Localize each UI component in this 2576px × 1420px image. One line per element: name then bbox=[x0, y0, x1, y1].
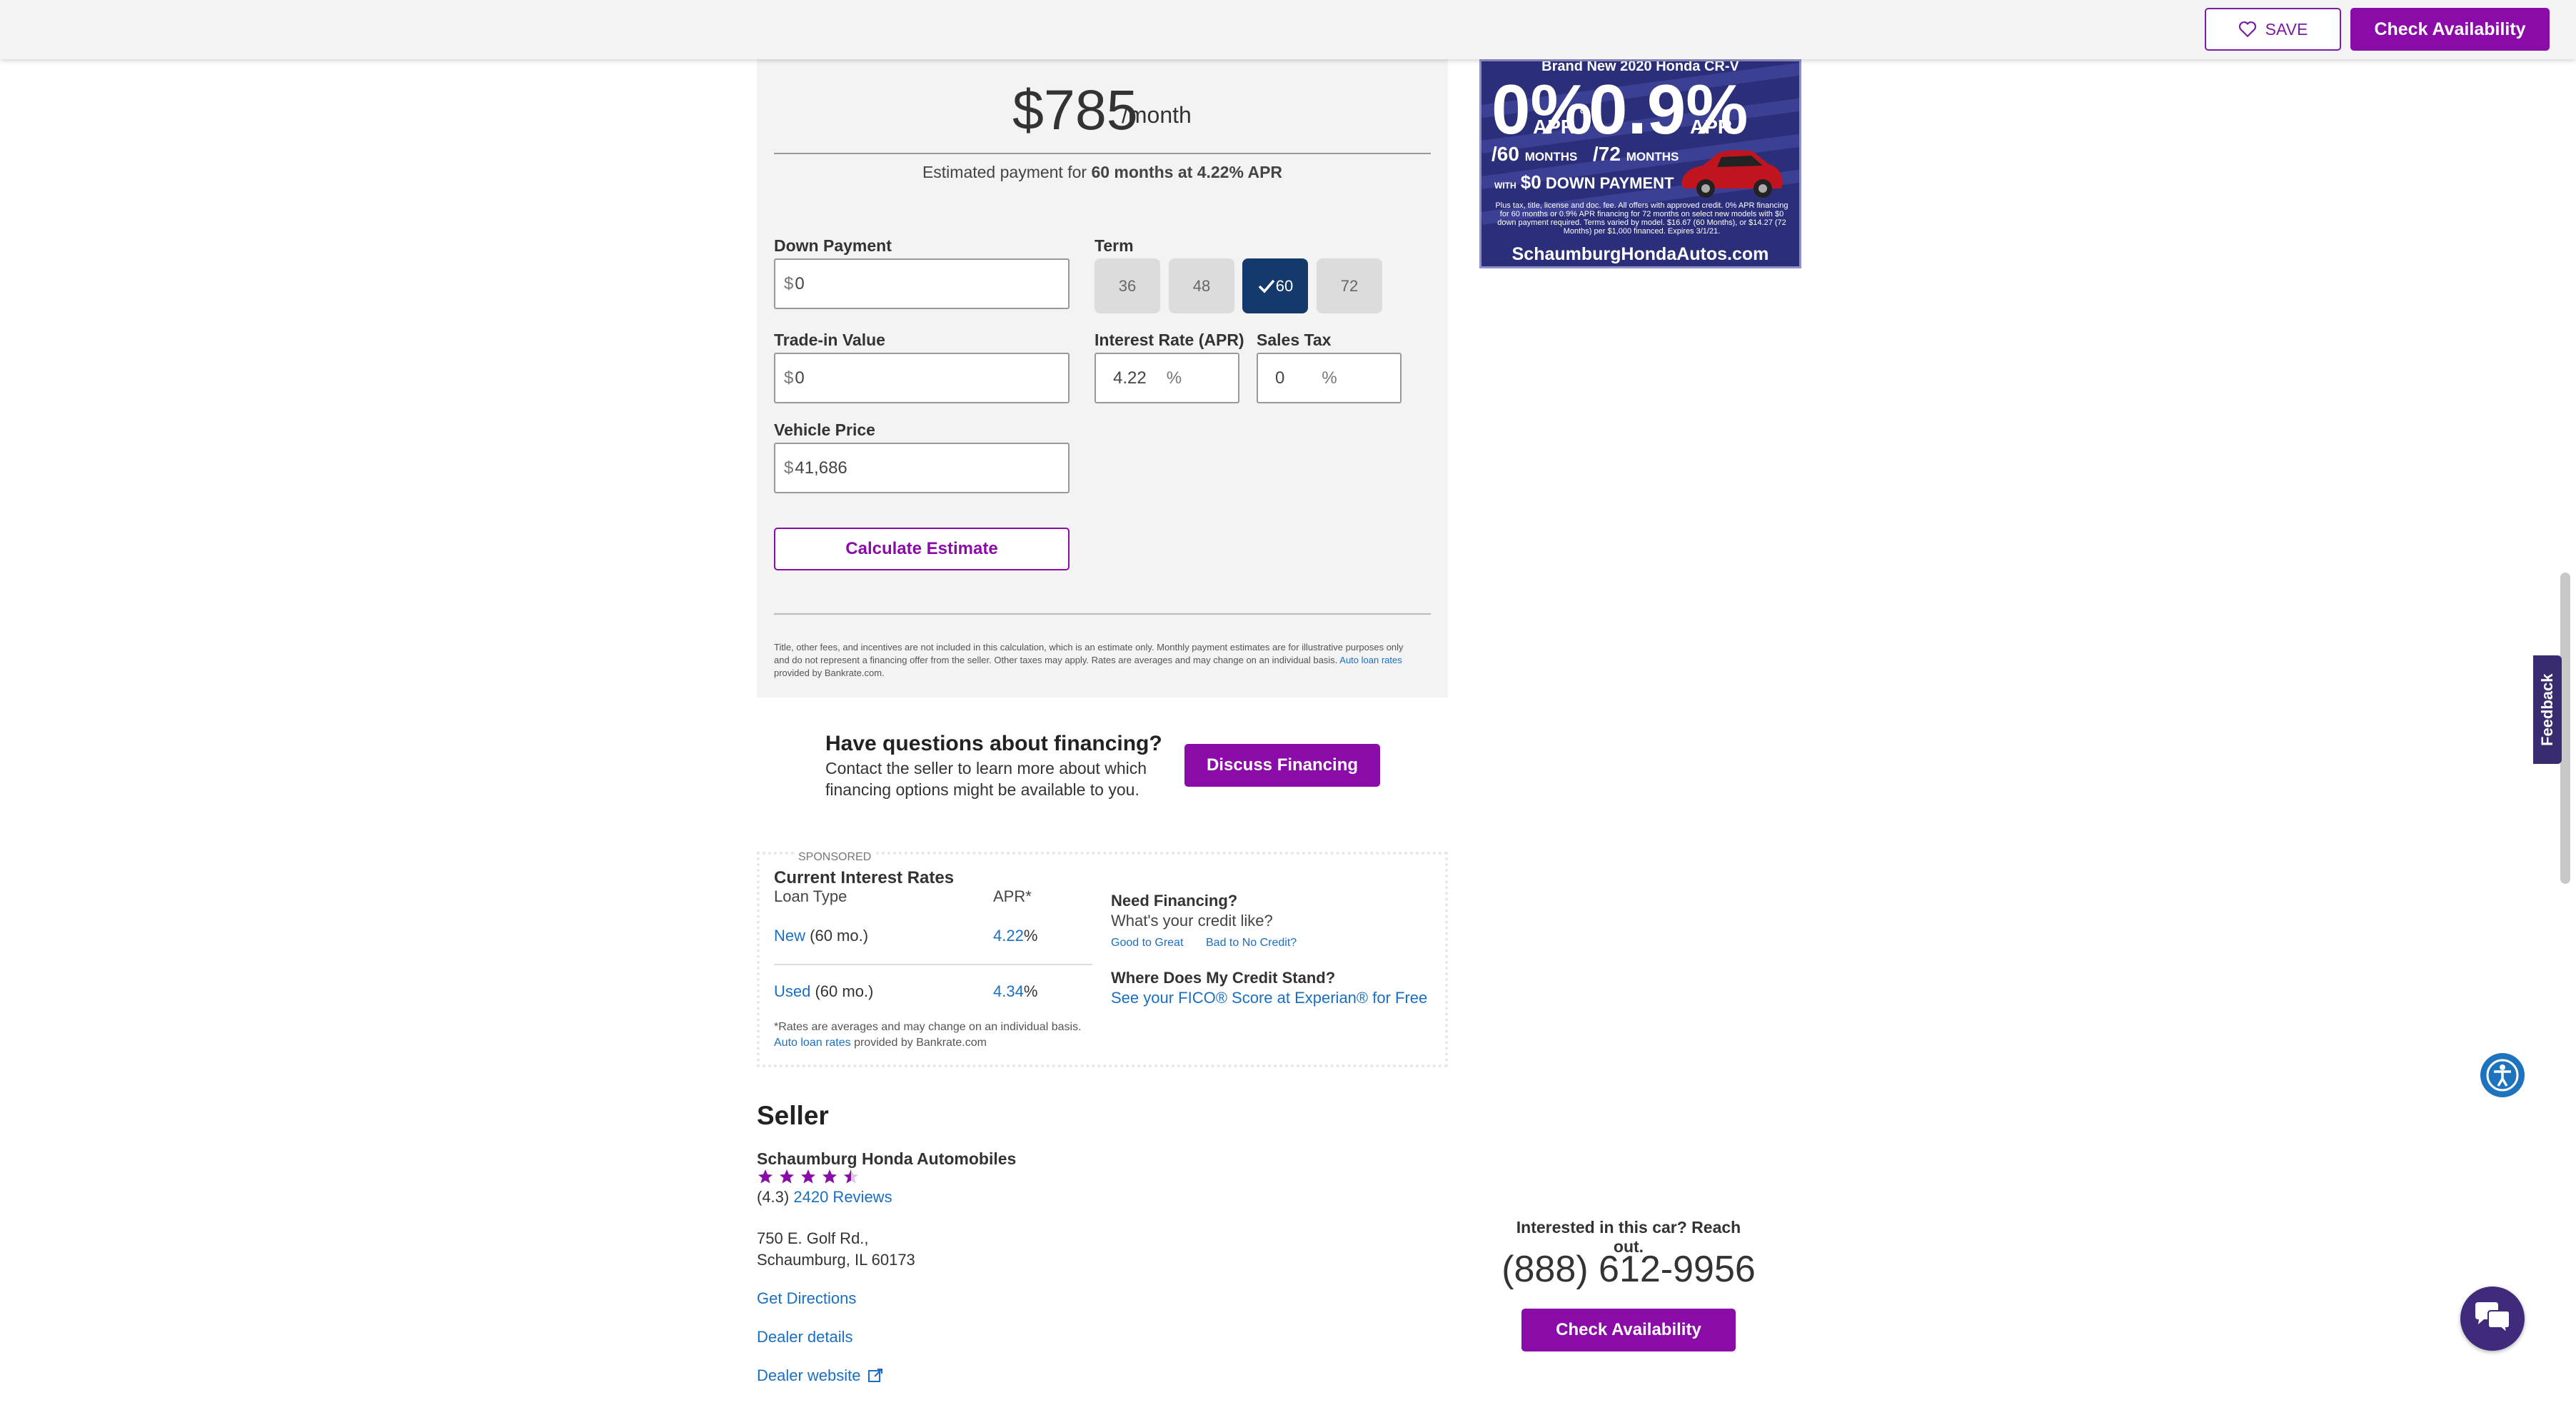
sponsored-label: SPONSORED bbox=[795, 851, 875, 864]
auto-loan-rates-link[interactable]: Auto loan rates bbox=[774, 1037, 851, 1049]
divider bbox=[774, 613, 1431, 615]
estimate-summary: Estimated payment for 60 months at 4.22%… bbox=[922, 163, 1283, 181]
term-72-button[interactable]: 72 bbox=[1317, 258, 1382, 313]
auto-loan-rates-link[interactable]: Auto loan rates bbox=[1339, 655, 1402, 665]
down-payment-input[interactable]: $0 bbox=[774, 258, 1070, 309]
sales-tax-input[interactable]: 0% bbox=[1257, 353, 1402, 403]
ad-down-payment: WITH $0 DOWN PAYMENT bbox=[1494, 171, 1674, 193]
rate-row-used: Used (60 mo.) bbox=[774, 982, 874, 1000]
seller-address-line1: 750 E. Golf Rd., bbox=[757, 1229, 869, 1247]
ad-term-72: /72 MONTHS bbox=[1593, 143, 1679, 165]
save-button[interactable]: SAVE bbox=[2205, 8, 2341, 51]
check-availability-button[interactable]: Check Availability bbox=[2350, 8, 2550, 51]
monthly-payment: $785 bbox=[1012, 78, 1138, 141]
star-icon bbox=[822, 1169, 837, 1184]
credit-question: What's your credit like? bbox=[1111, 912, 1273, 930]
seller-heading: Seller bbox=[757, 1101, 829, 1130]
ad-or: or bbox=[1580, 106, 1589, 116]
loan-type-header: Loan Type bbox=[774, 887, 847, 905]
financing-heading: Have questions about financing? bbox=[825, 732, 1162, 755]
term-label: Term bbox=[1095, 236, 1134, 255]
apr-label: Interest Rate (APR) bbox=[1095, 331, 1244, 349]
star-icon bbox=[758, 1169, 773, 1184]
term-48-button[interactable]: 48 bbox=[1169, 258, 1234, 313]
apr-input[interactable]: 4.22% bbox=[1095, 353, 1239, 403]
tradein-input[interactable]: $0 bbox=[774, 353, 1070, 403]
accessibility-icon[interactable] bbox=[2480, 1053, 2525, 1097]
checkmark-icon bbox=[1258, 279, 1275, 293]
rates-title: Current Interest Rates bbox=[774, 868, 955, 887]
save-label: SAVE bbox=[2265, 19, 2308, 39]
down-payment-label: Down Payment bbox=[774, 236, 892, 255]
dealer-phone[interactable]: (888) 612-9956 bbox=[1499, 1248, 1758, 1291]
good-credit-link[interactable]: Good to Great bbox=[1111, 937, 1183, 950]
credit-stand-title: Where Does My Credit Stand? bbox=[1111, 969, 1336, 987]
reviews-link[interactable]: 2420 Reviews bbox=[793, 1188, 892, 1206]
fico-score-link[interactable]: See your FICO® Score at Experian® for Fr… bbox=[1111, 989, 1427, 1007]
rates-footnote: *Rates are averages and may change on an… bbox=[774, 1021, 1082, 1033]
half-star-icon bbox=[844, 1169, 858, 1184]
divider bbox=[774, 153, 1431, 154]
financing-description: Contact the seller to learn more about w… bbox=[825, 759, 1147, 799]
vehicle-price-label: Vehicle Price bbox=[774, 421, 875, 439]
new-apr-value: 4.22% bbox=[993, 927, 1038, 945]
vehicle-price-input[interactable]: $41,686 bbox=[774, 443, 1070, 493]
apr-header: APR* bbox=[993, 887, 1032, 905]
bad-credit-link[interactable]: Bad to No Credit? bbox=[1206, 937, 1297, 950]
calculate-estimate-button[interactable]: Calculate Estimate bbox=[774, 528, 1070, 570]
accessibility-figure-icon bbox=[2486, 1059, 2519, 1092]
used-rate-link[interactable]: Used bbox=[774, 982, 810, 1000]
star-icon bbox=[801, 1169, 815, 1184]
dealer-details-link[interactable]: Dealer details bbox=[757, 1328, 853, 1346]
car-image bbox=[1681, 150, 1783, 198]
get-directions-link[interactable]: Get Directions bbox=[757, 1289, 856, 1308]
discuss-financing-button[interactable]: Discuss Financing bbox=[1184, 744, 1380, 787]
dealer-website-link[interactable]: Dealer website bbox=[757, 1366, 884, 1385]
seller-name: Schaumburg Honda Automobiles bbox=[757, 1149, 1017, 1168]
per-month-label: /month bbox=[1122, 102, 1192, 128]
feedback-tab[interactable]: Feedback bbox=[2533, 655, 2562, 764]
term-36-button[interactable]: 36 bbox=[1095, 258, 1160, 313]
check-availability-button[interactable]: Check Availability bbox=[1521, 1309, 1736, 1351]
tradein-label: Trade-in Value bbox=[774, 331, 885, 349]
seller-rating: (4.3) 2420 Reviews bbox=[757, 1188, 892, 1206]
rates-divider bbox=[774, 964, 1092, 965]
ad-site-url: SchaumburgHondaAutos.com bbox=[1511, 244, 1769, 264]
chat-bubbles-icon bbox=[2475, 1302, 2510, 1335]
seller-rating-stars bbox=[757, 1168, 860, 1185]
calculator-disclaimer: Title, other fees, and incentives are no… bbox=[774, 642, 1404, 678]
need-financing-title: Need Financing? bbox=[1111, 892, 1238, 910]
term-60-button[interactable]: 60 bbox=[1242, 258, 1308, 313]
chat-icon[interactable] bbox=[2460, 1286, 2525, 1351]
ad-term-60: /60 MONTHS bbox=[1491, 143, 1578, 165]
sales-tax-label: Sales Tax bbox=[1257, 331, 1332, 349]
external-link-icon bbox=[867, 1369, 882, 1382]
honda-ad-banner[interactable]: Brand New 2020 Honda CR-V 0% APR or 0.9%… bbox=[1479, 59, 1801, 268]
scrollbar-thumb[interactable] bbox=[2560, 573, 2570, 884]
rate-row-new: New (60 mo.) bbox=[774, 927, 869, 945]
used-apr-value: 4.34% bbox=[993, 982, 1038, 1000]
ad-apr-label-2: APR bbox=[1690, 116, 1733, 138]
seller-address-line2: Schaumburg, IL 60173 bbox=[757, 1251, 915, 1269]
star-icon bbox=[780, 1169, 794, 1184]
heart-icon bbox=[2238, 21, 2256, 38]
ad-apr-label: APR bbox=[1533, 116, 1576, 138]
rates-source: Auto loan rates provided by Bankrate.com bbox=[774, 1037, 987, 1049]
ad-fine-print: Plus tax, title, license and doc. fee. A… bbox=[1495, 201, 1788, 236]
top-action-bar: SAVE Check Availability bbox=[0, 0, 2576, 59]
new-rate-link[interactable]: New bbox=[774, 927, 805, 945]
